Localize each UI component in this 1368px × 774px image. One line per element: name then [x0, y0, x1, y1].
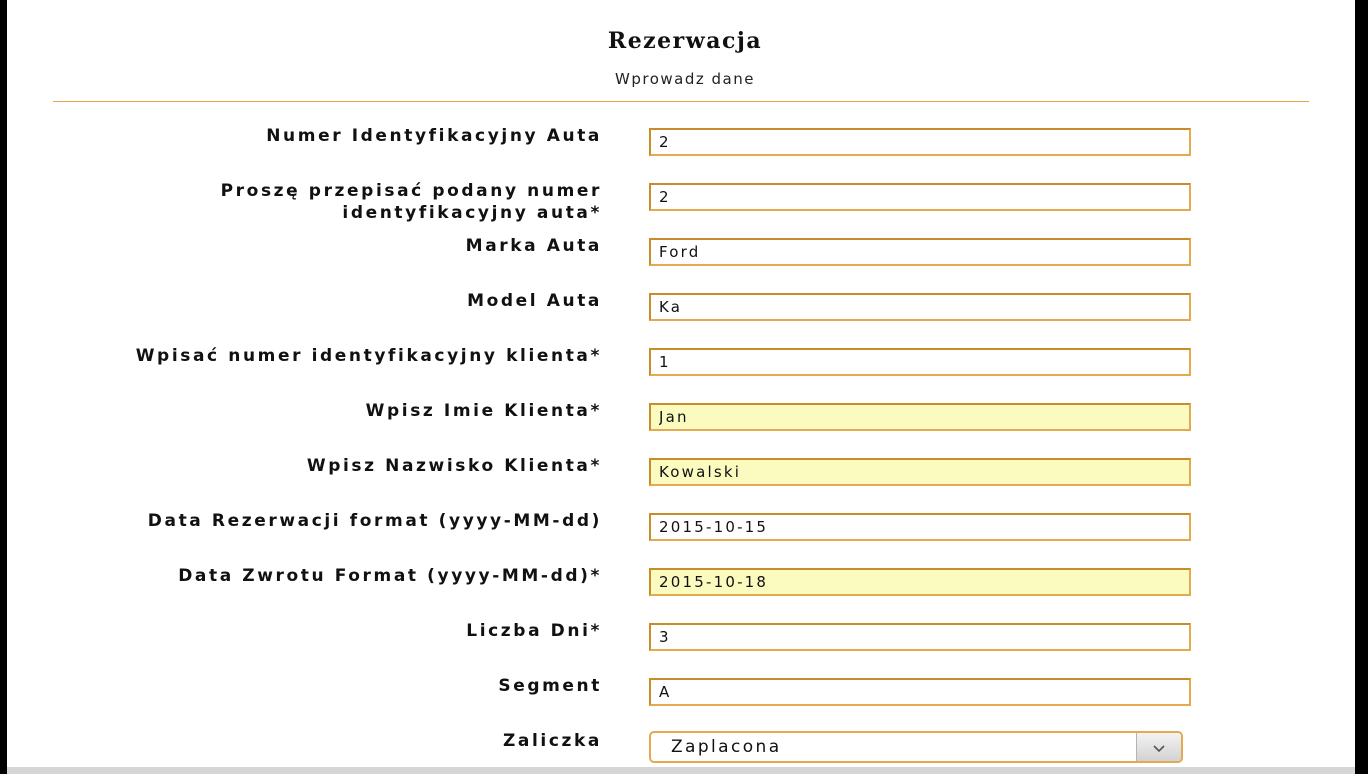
car-model-label: Model Auta	[467, 291, 602, 311]
days-count-input[interactable]	[649, 623, 1191, 651]
client-first-name-input[interactable]	[649, 403, 1191, 431]
window-frame-right	[1355, 0, 1368, 774]
car-id-confirm-label: Proszę przepisać podany numer identyfika…	[220, 181, 602, 223]
reservation-page: Rezerwacja Wprowadz dane Numer Identyfik…	[7, 0, 1355, 767]
client-first-name-label: Wpisz Imie Klienta*	[365, 401, 602, 421]
page-subtitle: Wprowadz dane	[615, 70, 755, 88]
client-last-name-input[interactable]	[649, 458, 1191, 486]
return-date-input[interactable]	[649, 568, 1191, 596]
car-id-input[interactable]	[649, 128, 1191, 156]
car-id-confirm-input[interactable]	[649, 183, 1191, 211]
chevron-down-icon	[1152, 738, 1166, 757]
header-divider	[53, 101, 1309, 102]
deposit-select[interactable]: Zaplacona	[649, 731, 1183, 763]
deposit-label: Zaliczka	[502, 731, 602, 751]
client-id-label: Wpisać numer identyfikacyjny klienta*	[135, 346, 602, 366]
horizontal-scrollbar-track[interactable]	[7, 767, 1355, 774]
segment-label: Segment	[498, 676, 602, 696]
car-brand-label: Marka Auta	[465, 236, 602, 256]
car-brand-input[interactable]	[649, 238, 1191, 266]
deposit-select-value: Zaplacona	[671, 737, 782, 757]
days-count-label: Liczba Dni*	[466, 621, 602, 641]
client-last-name-label: Wpisz Nazwisko Klienta*	[306, 456, 602, 476]
window-frame-left	[0, 0, 7, 774]
car-id-label: Numer Identyfikacyjny Auta	[266, 126, 602, 146]
reservation-date-input[interactable]	[649, 513, 1191, 541]
reservation-date-label: Data Rezerwacji format (yyyy-MM-dd)	[147, 511, 602, 531]
client-id-input[interactable]	[649, 348, 1191, 376]
page-title: Rezerwacja	[607, 28, 763, 54]
segment-input[interactable]	[649, 678, 1191, 706]
car-model-input[interactable]	[649, 293, 1191, 321]
deposit-select-button[interactable]	[1136, 733, 1181, 761]
return-date-label: Data Zwrotu Format (yyyy-MM-dd)*	[178, 566, 602, 586]
